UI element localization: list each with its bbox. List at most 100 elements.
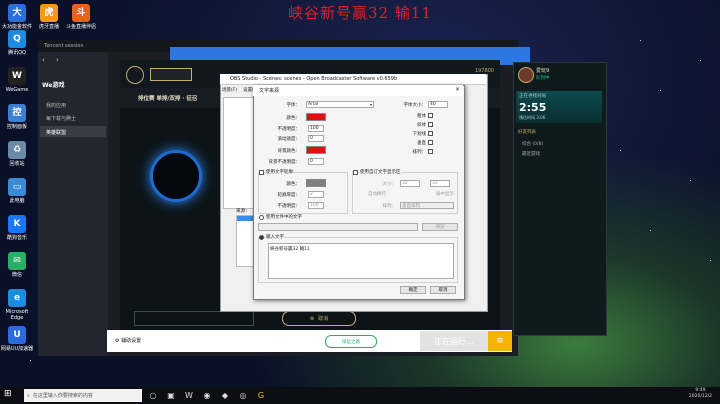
settings-link[interactable]: ⚙ 辅助设置 [115, 337, 141, 344]
app-icon: 斗 [72, 4, 90, 22]
outline-thickness-value: 2 [310, 192, 313, 197]
custom-region-label: 使用自订文字显示区 [360, 169, 401, 175]
bg-opacity-input[interactable]: 0 [308, 158, 324, 165]
cancel-button[interactable]: 取消 [430, 286, 456, 294]
opacity-input[interactable]: 100 [308, 125, 324, 132]
search-placeholder: 在这里输入你要搜索的内容 [32, 393, 93, 399]
forward-icon[interactable]: › [56, 56, 59, 64]
size-height-input[interactable]: 32 [430, 180, 450, 187]
input-text-label: 输入文字 [266, 234, 284, 240]
custom-region-checkbox[interactable] [353, 170, 358, 175]
dialog-titlebar: 文字来源 × [253, 85, 463, 96]
outline-thickness-input[interactable]: 2 [308, 191, 324, 198]
back-icon[interactable]: ‹ [42, 56, 45, 64]
obs-taskbar-icon[interactable]: ◉ [200, 389, 214, 403]
menu-scenes[interactable]: 场景(F) [222, 87, 237, 93]
input-text-radio[interactable] [259, 235, 264, 240]
bg-opacity-label: 背景不透明度： [268, 160, 301, 165]
sidebar-item-label: 英雄联盟 [46, 130, 67, 136]
desktop-icon[interactable]: 大大功能金软件 [0, 4, 34, 30]
ok-button[interactable]: 确定 [400, 286, 426, 294]
outline-color-label: 颜色： [286, 182, 301, 187]
file-path-input[interactable] [258, 223, 418, 231]
wegame-taskbar-icon[interactable]: W [182, 389, 196, 403]
size-width-input[interactable]: 32 [400, 180, 420, 187]
wegame-sidebar: ‹ › We游戏 我的应用 每下载与腾士 英雄联盟 [38, 52, 108, 356]
desktop-icon[interactable]: e Microsoft Edge [0, 289, 34, 321]
italic-checkbox[interactable] [428, 122, 433, 127]
file-text-radio[interactable] [259, 215, 264, 220]
g-app-taskbar-icon[interactable]: G [254, 389, 268, 403]
assistant-taskbar-icon[interactable]: ◎ [236, 389, 250, 403]
status-pill[interactable]: 排位之路 [325, 335, 377, 348]
arrangement-value: 垂直排列 [402, 203, 420, 209]
friends-panel: 爱玩9 队列中 正在寻找对局 2:55 预估时间 3:06 好友列表 综合 (0… [513, 62, 607, 336]
font-value: Arial [308, 102, 319, 107]
sidebar-item-download[interactable]: 每下载与腾士 [46, 115, 76, 122]
lol-taskbar-icon[interactable]: ◆ [218, 389, 232, 403]
underline-label: 下划线 [412, 132, 427, 137]
running-button[interactable]: 正在运行... [420, 331, 488, 351]
chat-input[interactable] [134, 311, 254, 326]
taskbar-search[interactable]: ⌕ 在这里输入你要搜索的内容 [24, 389, 142, 402]
obs-preview-left [223, 97, 255, 209]
vertical-checkbox[interactable] [428, 140, 433, 145]
desktop-icon[interactable]: ♻ 回收站 [0, 141, 34, 167]
lol-logo-icon [126, 66, 144, 84]
outline-checkbox[interactable] [259, 170, 264, 175]
desktop-icon[interactable]: U 网易UU加速器 [0, 326, 34, 352]
friend-group-all[interactable]: 综合 (0/8) [522, 141, 543, 147]
text-color-swatch[interactable] [306, 113, 326, 121]
outline-color-swatch[interactable] [306, 179, 326, 187]
desktop-icon[interactable]: 斗斗鱼直播伴侣 [64, 4, 98, 30]
friend-group-recent[interactable]: 最近游戏 [522, 151, 540, 157]
input-text-area[interactable]: 峡谷新号赢32 输11 [268, 243, 454, 279]
outline-opacity-input[interactable]: 100 [308, 202, 324, 209]
queue-timer-card: 正在寻找对局 2:55 预估时间 3:06 [516, 91, 602, 123]
queue-estimate: 预估时间 3:06 [519, 115, 546, 120]
color-label: 颜色： [286, 116, 301, 121]
desktop-icon-label: 虎牙直播 [38, 24, 59, 30]
task-view-icon[interactable]: ○ [146, 389, 160, 403]
bold-label: 粗体 [417, 114, 426, 119]
arrangement-select[interactable]: 垂直排列 [400, 202, 454, 209]
taskbar-clock[interactable]: 9:49 2020/12/2 [689, 388, 712, 400]
avatar[interactable] [518, 67, 534, 83]
browse-button[interactable]: 浏览 [422, 223, 458, 231]
font-select[interactable]: Arial ▾ [306, 101, 374, 108]
app-icon: Q [8, 30, 26, 48]
taskbar: ⊞ ⌕ 在这里输入你要搜索的内容 ○ ▣ W ◉ ◆ ◎ G 9:49 2020… [0, 387, 720, 404]
font-size-input[interactable]: 40 [428, 101, 448, 108]
taskview-icon[interactable]: ▣ [164, 389, 178, 403]
sidebar-item-lol[interactable]: 英雄联盟 [40, 126, 106, 137]
desktop-icon[interactable]: ▭ 此电脑 [0, 178, 34, 204]
desktop-icon[interactable]: 控控制面板 [0, 104, 34, 130]
underline-checkbox[interactable] [428, 131, 433, 136]
desktop-icon-label: 网易UU加速器 [0, 346, 34, 352]
close-icon[interactable]: × [455, 86, 460, 93]
outline-thickness-label: 轮廓厚度： [277, 193, 301, 198]
app-icon: 控 [8, 104, 26, 122]
italic-label: 斜体 [417, 123, 426, 128]
queue-mode: 排位赛 单排/双排 · 征召 [138, 96, 198, 102]
desktop-icon[interactable]: W WeGame [0, 67, 34, 93]
cancel-queue-label: 取消 [318, 316, 329, 322]
app-icon: ♻ [8, 141, 26, 159]
cancel-queue-button[interactable]: ⊗ 取消 [282, 311, 356, 326]
wegame-title: Tencent session [44, 43, 84, 49]
desktop-icon[interactable]: K 酷狗音乐 [0, 215, 34, 241]
scroll-speed-input[interactable]: 0 [308, 135, 324, 142]
menu-icon[interactable]: ≡ [488, 331, 512, 351]
app-icon: 虎 [40, 4, 58, 22]
scroll-speed-label: 滚动速度： [277, 137, 301, 142]
extra-checkbox[interactable] [428, 149, 433, 154]
bold-checkbox[interactable] [428, 113, 433, 118]
desktop-icon[interactable]: 虎虎牙直播 [32, 4, 66, 30]
bg-color-swatch[interactable] [306, 146, 326, 154]
desktop-icon[interactable]: ✉ 微信 [0, 252, 34, 278]
sidebar-item-apps[interactable]: 我的应用 [46, 102, 66, 109]
play-button[interactable] [150, 68, 192, 81]
font-size-label: 字体大小： [403, 103, 427, 108]
desktop-icon[interactable]: Q 腾讯QQ [0, 30, 34, 56]
windows-start-icon[interactable]: ⊞ [4, 389, 16, 401]
